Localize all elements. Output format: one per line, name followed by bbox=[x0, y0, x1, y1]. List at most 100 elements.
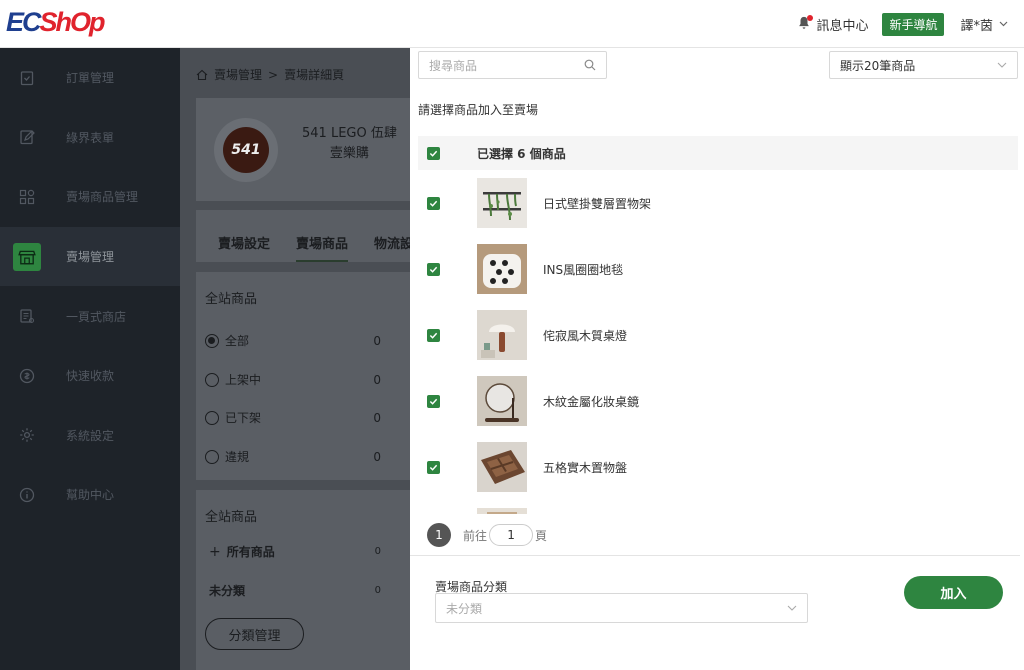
info-icon bbox=[17, 485, 37, 505]
select-all-checkbox[interactable] bbox=[427, 146, 440, 160]
tab-store-products[interactable]: 賣場商品 bbox=[296, 233, 349, 262]
sidebar: 訂單管理 綠界表單 賣場商品管理 賣場管理 一頁式商店 快速收款 系統設定 幫助… bbox=[0, 48, 180, 670]
category-count: 0 bbox=[374, 546, 381, 557]
page-size-select[interactable]: 顯示20筆商品 bbox=[829, 51, 1018, 79]
sidebar-item-store-management[interactable]: 賣場管理 bbox=[0, 226, 180, 287]
product-checkbox[interactable] bbox=[427, 262, 440, 276]
sidebar-item-label: 訂單管理 bbox=[66, 71, 115, 86]
sidebar-item-product-management[interactable]: 賣場商品管理 bbox=[0, 167, 180, 227]
sidebar-item-help-center[interactable]: 幫助中心 bbox=[0, 465, 180, 525]
tab-store-settings[interactable]: 賣場設定 bbox=[218, 233, 270, 262]
product-thumbnail bbox=[477, 376, 527, 426]
filter-option-label: 違規 bbox=[225, 450, 250, 464]
product-checkbox[interactable] bbox=[427, 394, 440, 408]
product-checkbox[interactable] bbox=[427, 460, 440, 474]
sidebar-item-label: 快速收款 bbox=[66, 369, 115, 384]
bell-icon[interactable] bbox=[797, 15, 814, 32]
product-name: INS風圈圈地毯 bbox=[543, 262, 624, 277]
filter-option-count: 0 bbox=[373, 449, 381, 464]
current-page[interactable]: 1 bbox=[427, 523, 451, 547]
category-label: 未分類 bbox=[209, 584, 246, 598]
list-item: 日式壁掛雙層置物架 bbox=[418, 170, 1018, 236]
filter-option-count: 0 bbox=[373, 410, 381, 425]
store-logo-text: 541 bbox=[223, 127, 269, 173]
filter-option-count: 0 bbox=[373, 372, 381, 387]
category-panel-title: 全站商品 bbox=[205, 510, 258, 525]
store-name-line1: 541 LEGO 伍肆 bbox=[302, 126, 397, 141]
add-products-drawer: 搜尋商品 顯示20筆商品 請選擇商品加入至賣場 已選擇 6 個商品 日式壁掛雙層… bbox=[410, 48, 1024, 670]
guide-button[interactable]: 新手導航 bbox=[882, 12, 945, 36]
tab-logistics[interactable]: 物流設 bbox=[374, 233, 410, 262]
select-all-row: 已選擇 6 個商品 bbox=[418, 136, 1018, 170]
join-button[interactable]: 加入 bbox=[904, 576, 1003, 609]
goto-suffix: 頁 bbox=[535, 528, 548, 543]
top-bar: ECShOp 訊息中心 新手導航 譯*茵 bbox=[0, 0, 1024, 48]
product-name: 五格實木置物盤 bbox=[543, 460, 628, 475]
breadcrumb-current: 賣場詳細頁 bbox=[284, 68, 345, 82]
ecshop-logo[interactable]: ECShOp bbox=[6, 6, 106, 38]
list-item: 侘寂風木質桌燈 bbox=[418, 302, 1018, 368]
product-name: 侘寂風木質桌燈 bbox=[543, 328, 628, 343]
radio-selected bbox=[205, 333, 219, 348]
store-tabs: 賣場設定 賣場商品 物流設 bbox=[196, 210, 410, 262]
selected-count: 已選擇 6 個商品 bbox=[477, 146, 566, 161]
product-name: 日式壁掛雙層置物架 bbox=[543, 196, 652, 211]
filter-option-label: 全部 bbox=[225, 334, 250, 348]
search-icon[interactable] bbox=[584, 59, 596, 71]
logo-shop-text: ShOp bbox=[39, 7, 106, 37]
sidebar-item-label: 賣場商品管理 bbox=[66, 190, 139, 205]
filter-option-unlisted[interactable]: 已下架 0 bbox=[205, 409, 381, 426]
filter-option-label: 上架中 bbox=[225, 373, 262, 387]
logo-ec-text: EC bbox=[6, 7, 41, 37]
goto-page-input[interactable]: 1 bbox=[489, 524, 534, 546]
sidebar-item-label: 幫助中心 bbox=[66, 488, 115, 503]
pagination: 1 前往 1 頁 bbox=[427, 523, 547, 547]
messages-link[interactable]: 訊息中心 bbox=[816, 15, 868, 34]
list-item: 五格實木置物盤 bbox=[418, 434, 1018, 500]
user-menu[interactable]: 譯*茵 bbox=[960, 15, 1008, 34]
sidebar-item-label: 系統設定 bbox=[66, 428, 115, 443]
sidebar-item-one-page-store[interactable]: 一頁式商店 bbox=[0, 286, 180, 346]
divider bbox=[410, 555, 1020, 556]
filter-option-violation[interactable]: 違規 0 bbox=[205, 448, 381, 465]
category-manage-button[interactable]: 分類管理 bbox=[205, 618, 304, 650]
product-search-input[interactable]: 搜尋商品 bbox=[418, 51, 607, 79]
sidebar-item-orders[interactable]: 訂單管理 bbox=[0, 48, 180, 108]
clipboard-icon bbox=[17, 68, 37, 88]
filter-option-all[interactable]: 全部 0 bbox=[205, 332, 381, 349]
sidebar-item-label: 賣場管理 bbox=[66, 250, 115, 265]
status-filter-panel: 全站商品 全部 0 上架中 0 已下架 0 違規 0 bbox=[196, 272, 410, 480]
select-hint: 請選擇商品加入至賣場 bbox=[418, 103, 539, 117]
grid-shapes-icon bbox=[17, 187, 37, 207]
edit-form-icon bbox=[17, 127, 37, 147]
store-card: 541 541 LEGO 伍肆 壹樂購 bbox=[196, 98, 410, 201]
sidebar-item-quick-payment[interactable]: 快速收款 bbox=[0, 346, 180, 406]
product-checkbox[interactable] bbox=[427, 328, 440, 342]
product-thumbnail bbox=[477, 442, 527, 492]
category-count: 0 bbox=[374, 585, 381, 596]
filter-option-count: 0 bbox=[373, 333, 381, 348]
page-size-value: 顯示20筆商品 bbox=[840, 58, 916, 73]
sidebar-item-label: 一頁式商店 bbox=[66, 309, 127, 324]
filter-option-listed[interactable]: 上架中 0 bbox=[205, 371, 381, 388]
category-select-value: 未分類 bbox=[446, 601, 483, 616]
product-thumbnail bbox=[477, 244, 527, 294]
sidebar-item-ecpay-form[interactable]: 綠界表單 bbox=[0, 108, 180, 168]
product-name: 木紋金屬化妝桌鏡 bbox=[543, 394, 640, 409]
radio bbox=[205, 449, 219, 464]
product-checkbox[interactable] bbox=[427, 196, 440, 210]
category-uncategorized[interactable]: 未分類 0 bbox=[209, 582, 381, 599]
status-filter-title: 全站商品 bbox=[205, 292, 258, 307]
top-right-actions: 訊息中心 新手導航 譯*茵 bbox=[797, 12, 1008, 36]
category-panel: 全站商品 + 所有商品 0 未分類 0 分類管理 bbox=[196, 490, 410, 670]
home-icon bbox=[196, 69, 208, 80]
search-placeholder: 搜尋商品 bbox=[429, 58, 478, 73]
sidebar-item-system-settings[interactable]: 系統設定 bbox=[0, 406, 180, 466]
breadcrumb-home[interactable]: 賣場管理 bbox=[214, 66, 262, 83]
store-avatar: 541 bbox=[214, 118, 278, 182]
category-all-products[interactable]: + 所有商品 0 bbox=[209, 543, 381, 560]
plus-icon: + bbox=[209, 543, 221, 560]
category-select[interactable]: 未分類 bbox=[435, 593, 808, 623]
chevron-down-icon bbox=[999, 21, 1008, 27]
store-name: 541 LEGO 伍肆 壹樂購 bbox=[302, 124, 397, 164]
